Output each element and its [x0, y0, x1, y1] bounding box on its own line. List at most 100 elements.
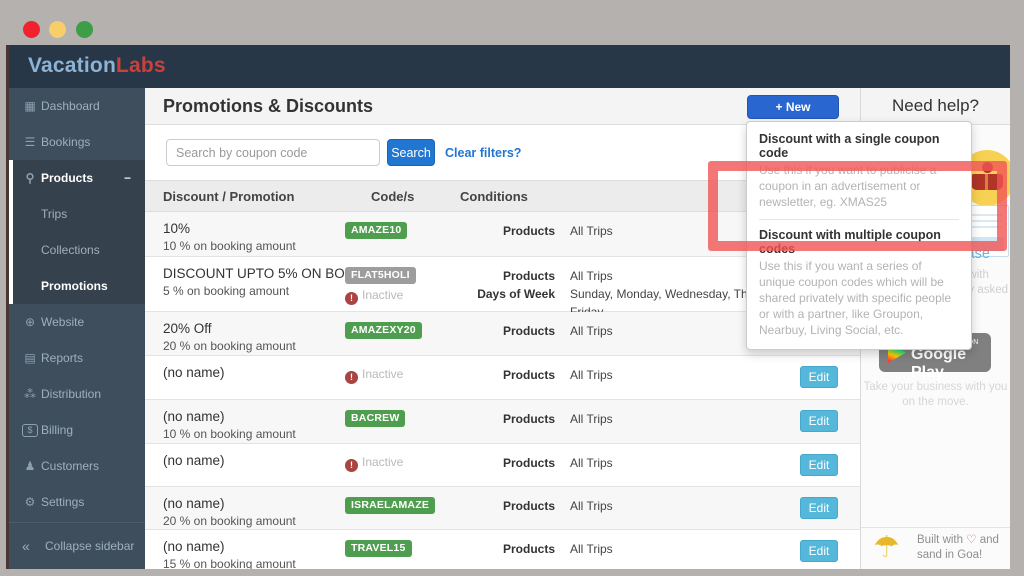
status-text: Inactive	[362, 288, 404, 302]
new-discount-button[interactable]: + New Discount▾	[747, 95, 839, 136]
table-row: (no name) 15 % on booking amount TRAVEL1…	[145, 530, 860, 569]
sidebar-products-group: ⚲ Products − Trips Collections Promotion…	[9, 160, 145, 304]
coupon-code-badge: ISRAELAMAZE	[345, 497, 436, 514]
edit-button[interactable]: Edit	[800, 366, 838, 388]
brand-secondary: Labs	[115, 54, 166, 77]
sidebar-item-label: Bookings	[41, 135, 91, 149]
help-panel-footer: ☂ Built with ♡ and sand in Goa!	[861, 527, 1010, 569]
sidebar-item-distribution[interactable]: ⁂ Distribution	[9, 376, 145, 412]
coupon-code-badge: AMAZEXY20	[345, 322, 422, 339]
condition-label: Products	[502, 542, 555, 556]
table-row: (no name) 20 % on booking amount ISRAELA…	[145, 487, 860, 530]
discount-name: 20% Off	[163, 321, 212, 336]
menu-divider	[759, 218, 959, 220]
menu-item-multiple-coupons[interactable]: Discount with multiple coupon codes Use …	[759, 228, 959, 339]
condition-label: Products	[502, 269, 555, 283]
sidebar: ▦ Dashboard ☰ Bookings ⚲ Products − Trip…	[9, 88, 145, 569]
condition-label: Products	[502, 224, 555, 238]
calendar-icon: ▦	[24, 99, 36, 113]
sidebar-item-customers[interactable]: ♟ Customers	[9, 448, 145, 484]
discount-name: (no name)	[163, 496, 225, 511]
pin-icon: ⚲	[25, 171, 35, 185]
clear-filters-link[interactable]: Clear filters?	[445, 146, 521, 160]
close-window-button[interactable]	[23, 21, 40, 38]
page-header: Promotions & Discounts + New Discount▾	[145, 88, 860, 136]
need-help-title: Need help?	[892, 96, 979, 115]
app-window: VacationLabs ▦ Dashboard ☰ Bookings ⚲ Pr…	[6, 45, 1010, 569]
condition-label: Products	[502, 499, 555, 513]
status-badge: ! Inactive	[345, 367, 403, 384]
exclamation-icon: !	[345, 292, 358, 305]
menu-item-description: Use this if you want a series of unique …	[759, 258, 952, 338]
sidebar-item-collections[interactable]: Collections	[13, 232, 145, 268]
menu-item-single-coupon[interactable]: Discount with a single coupon code Use t…	[759, 132, 959, 211]
beach-umbrella-icon: ☂	[873, 531, 900, 564]
edit-button[interactable]: Edit	[800, 540, 838, 562]
discount-subtitle: 5 % on booking amount	[163, 284, 290, 298]
sidebar-item-label: Website	[41, 315, 85, 329]
condition-value: All Trips	[570, 368, 613, 382]
menu-item-title: Discount with multiple coupon codes	[759, 227, 941, 256]
search-button[interactable]: Search	[387, 139, 435, 166]
built-with-love-text: Built with ♡ and sand in Goa!	[917, 534, 999, 561]
condition-value: All Trips	[570, 542, 613, 556]
sidebar-item-label: Customers	[41, 459, 100, 473]
minimize-window-button[interactable]	[49, 21, 66, 38]
document-icon: ▤	[24, 351, 36, 365]
discount-subtitle: 20 % on booking amount	[163, 514, 296, 528]
discount-name: (no name)	[163, 539, 225, 554]
collapse-section-icon[interactable]: −	[124, 160, 131, 196]
sidebar-item-trips[interactable]: Trips	[13, 196, 145, 232]
brand-primary: Vacation	[28, 54, 116, 77]
search-input[interactable]	[166, 139, 380, 166]
dollar-icon: $	[22, 424, 38, 437]
list-icon: ☰	[24, 135, 36, 149]
coupon-code-badge: FLAT5HOLI	[345, 267, 416, 284]
condition-label: Products	[502, 324, 555, 338]
coupon-code-badge: BACREW	[345, 410, 406, 427]
condition-value: All Trips	[570, 456, 613, 470]
sidebar-item-settings[interactable]: ⚙ Settings	[9, 484, 145, 520]
heart-icon: ♡	[966, 534, 977, 546]
sidebar-item-label: Promotions	[41, 279, 108, 293]
sidebar-item-bookings[interactable]: ☰ Bookings	[9, 124, 145, 160]
edit-button[interactable]: Edit	[800, 454, 838, 476]
globe-icon: ⊕	[24, 315, 36, 329]
sidebar-item-label: Trips	[41, 207, 68, 221]
coupon-code-badge: AMAZE10	[345, 222, 408, 239]
condition-label: Products	[502, 368, 555, 382]
discount-name: (no name)	[163, 453, 225, 468]
discount-subtitle: 15 % on booking amount	[163, 557, 296, 569]
condition-value: All Trips	[570, 412, 613, 426]
person-icon: ♟	[24, 459, 36, 473]
edit-button[interactable]: Edit	[800, 497, 838, 519]
discount-subtitle: 10 % on booking amount	[163, 239, 296, 253]
sidebar-item-billing[interactable]: $ Billing	[9, 412, 145, 448]
table-row: (no name) 10 % on booking amount BACREW …	[145, 400, 860, 444]
discount-name: 10%	[163, 221, 191, 236]
edit-button[interactable]: Edit	[800, 410, 838, 432]
browser-title-bar	[0, 0, 1024, 45]
status-text: Inactive	[362, 455, 404, 469]
menu-item-title: Discount with a single coupon code	[759, 132, 940, 160]
discount-name: (no name)	[163, 409, 225, 424]
exclamation-icon: !	[345, 371, 358, 384]
sidebar-item-label: Reports	[41, 351, 84, 365]
vacationlabs-logo[interactable]: VacationLabs	[28, 54, 166, 78]
sidebar-item-products[interactable]: ⚲ Products −	[13, 160, 145, 196]
discount-subtitle: 10 % on booking amount	[163, 427, 296, 441]
double-chevron-left-icon: «	[22, 538, 30, 554]
sidebar-item-label: Dashboard	[41, 99, 100, 113]
sidebar-item-reports[interactable]: ▤ Reports	[9, 340, 145, 376]
sidebar-item-label: Billing	[41, 423, 74, 437]
sidebar-item-label: Distribution	[41, 387, 102, 401]
discount-name: (no name)	[163, 365, 225, 380]
sidebar-item-website[interactable]: ⊕ Website	[9, 304, 145, 340]
sidebar-item-label: Settings	[41, 495, 85, 509]
sidebar-item-promotions[interactable]: Promotions	[13, 268, 145, 304]
sidebar-item-dashboard[interactable]: ▦ Dashboard	[9, 88, 145, 124]
collapse-sidebar-button[interactable]: « Collapse sidebar	[9, 522, 145, 569]
help-panel-header: Need help?	[861, 88, 1010, 125]
zoom-window-button[interactable]	[76, 21, 93, 38]
new-discount-dropdown-menu: Discount with a single coupon code Use t…	[746, 121, 972, 350]
